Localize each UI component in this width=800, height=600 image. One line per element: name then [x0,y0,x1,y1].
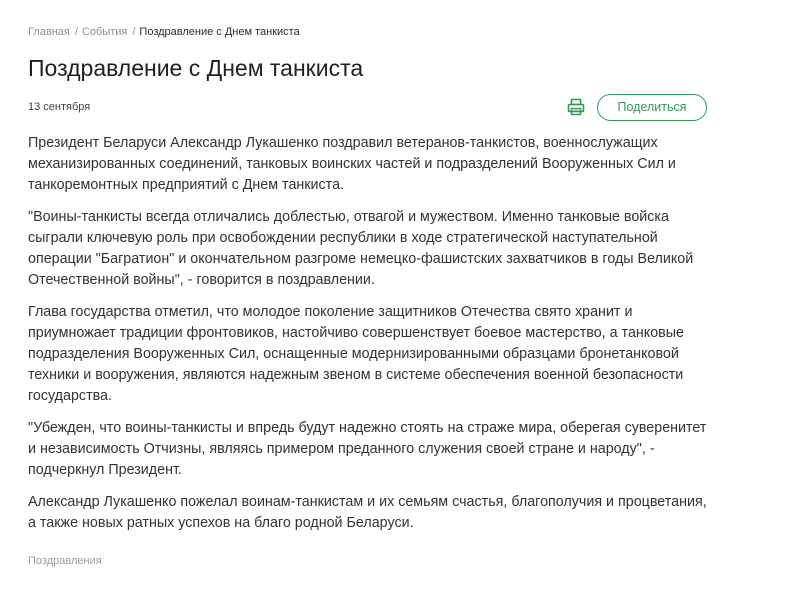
breadcrumb-item-home[interactable]: Главная [28,26,70,38]
share-button[interactable]: Поделиться [597,94,707,121]
breadcrumb: Главная / События / Поздравление с Днем танк… [28,24,300,40]
page-title: Поздравление с Днем танкиста [28,55,364,81]
tag-link[interactable]: Поздравления [28,553,102,569]
article-paragraph: Президент Беларуси Александр Лукашенко п… [28,135,676,193]
publication-date: 13 сентября [28,101,91,113]
breadcrumb-separator: / [132,26,136,38]
breadcrumb-item-events[interactable]: События [82,26,127,38]
article-body: Президент Беларуси Александр Лукашенко п… [28,133,718,545]
article-paragraph: "Убежден, что воины-танкисты и впредь бу… [28,420,707,478]
article-paragraph: Глава государства отметил, что молодое п… [28,304,684,404]
printer-icon[interactable] [566,97,586,117]
article-paragraph: Александр Лукашенко пожелал воинам-танки… [28,494,707,531]
breadcrumb-current: Поздравление с Днем танкиста [139,26,300,38]
article-paragraph: "Воины-танкисты всегда отличались доблес… [28,209,694,288]
breadcrumb-separator: / [74,26,78,38]
